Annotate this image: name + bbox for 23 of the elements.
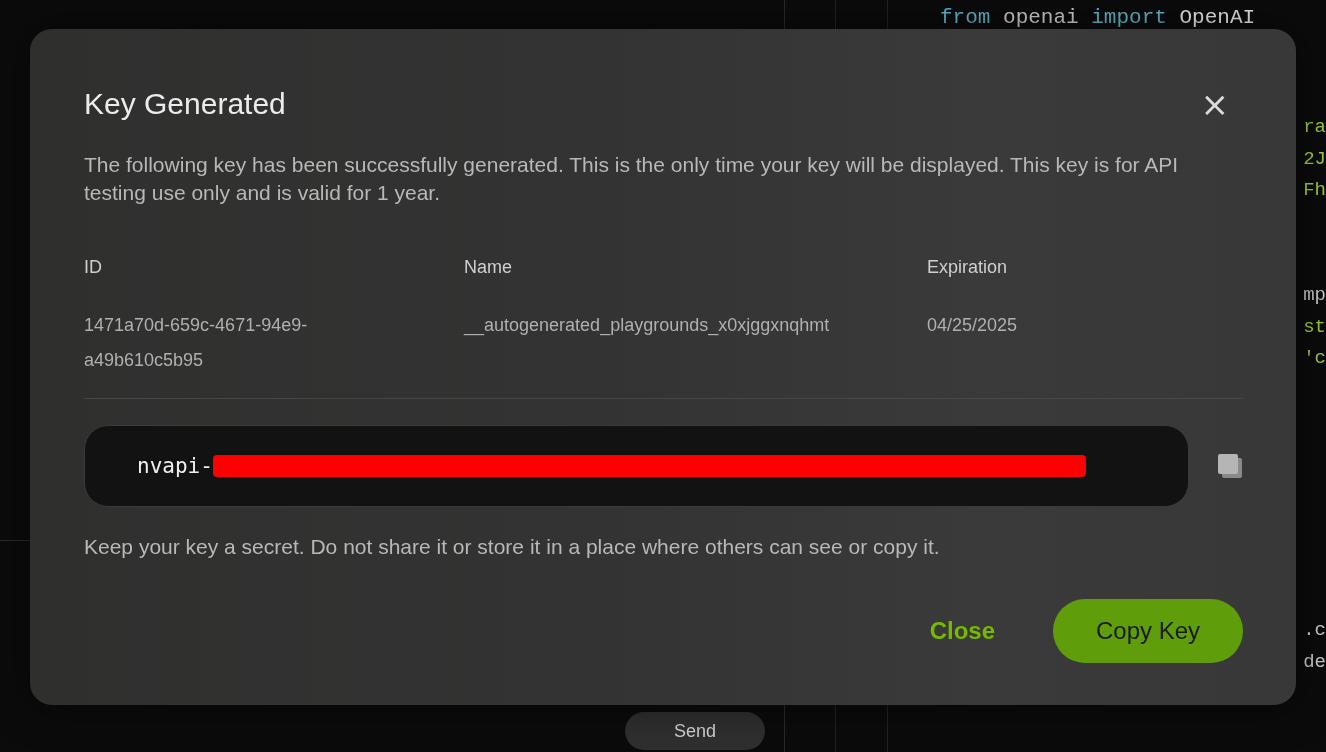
code-fragment: Fh (1303, 178, 1326, 203)
close-button[interactable]: Close (929, 617, 995, 645)
copy-icon[interactable] (1217, 453, 1243, 479)
code-fragment: 2J (1303, 146, 1326, 172)
code-line: from openai import OpenAI (940, 6, 1256, 29)
table-cell-text: 04/25/2025 (927, 314, 1019, 337)
code-fragment: mp (1303, 283, 1326, 308)
copy-key-button[interactable]: Copy Key (1053, 599, 1243, 663)
code-fragment: 'c (1303, 346, 1326, 371)
key-field[interactable]: nvapi- (84, 425, 1189, 507)
table-cell-text: __autogenerated_playgrounds_x0xjggxnqhmt (464, 314, 831, 338)
code-fragment: ra (1303, 115, 1326, 140)
column-header: Expiration (927, 257, 1009, 279)
warning-text: Keep your key a secret. Do not share it or store it in a place where others can see or copy it. (84, 535, 941, 559)
table-cell-text: 1471a70d-659c-4671-94e9-a49b610c5b95 (84, 314, 309, 372)
dialog-title: Key Generated (84, 87, 286, 121)
send-button[interactable]: Send (625, 712, 765, 750)
column-header: Name (464, 257, 513, 279)
description-text: The following key has been successfully generated. This is the only time your key will be displayed. This key is for API testing use only and is valid for 1 year. (84, 152, 1180, 206)
column-header: ID (84, 257, 103, 279)
code-fragment: .c (1303, 618, 1326, 643)
code-fragment: st (1303, 314, 1326, 340)
code-fragment: de (1303, 649, 1326, 675)
